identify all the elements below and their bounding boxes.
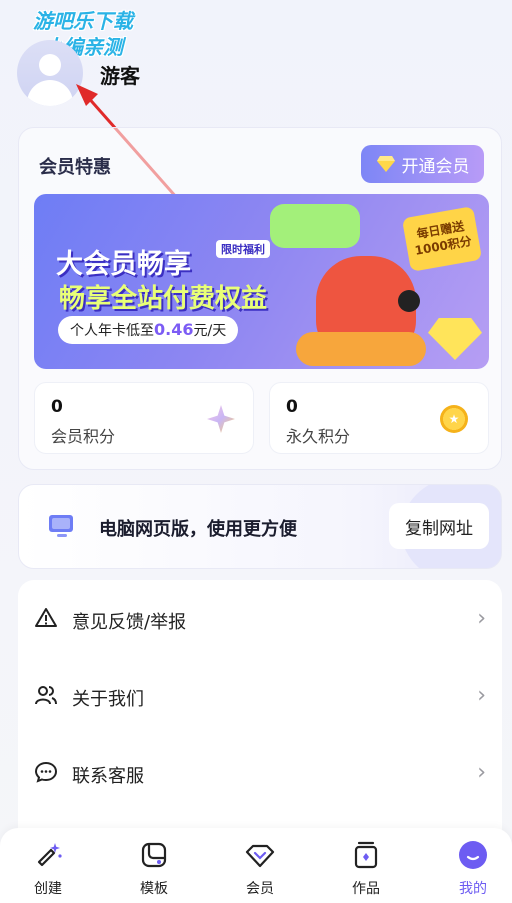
chevron-right-icon: › bbox=[477, 606, 486, 631]
bottom-tab-bar: 创建 模板 会员 作品 我的 bbox=[0, 828, 512, 903]
chevron-right-icon: › bbox=[477, 683, 486, 708]
sparkle-gem-icon bbox=[207, 405, 235, 433]
mascot-foot bbox=[296, 332, 426, 366]
price-suffix: 元/天 bbox=[193, 323, 227, 339]
web-version-card: 电脑网页版，使用更方便 复制网址 bbox=[18, 484, 502, 569]
vip-points-value: 0 bbox=[51, 397, 63, 417]
users-icon bbox=[35, 686, 57, 705]
template-icon bbox=[141, 842, 167, 868]
banner-subheadline: 畅享全站付费权益 bbox=[59, 284, 268, 314]
chevron-right-icon: › bbox=[477, 760, 486, 785]
banner-headline: 大会员畅享 bbox=[56, 249, 191, 280]
open-vip-button[interactable]: 开通会员 bbox=[361, 145, 484, 183]
works-icon bbox=[354, 841, 378, 869]
watermark-line1: 游吧乐下载 bbox=[33, 9, 133, 33]
menu-item-label: 意见反馈/举报 bbox=[72, 612, 187, 633]
coin-icon: ★ bbox=[440, 405, 468, 433]
lime-decoration bbox=[270, 204, 360, 248]
warning-icon bbox=[35, 608, 57, 627]
tab-label: 作品 bbox=[352, 881, 380, 897]
avatar-body bbox=[27, 80, 73, 106]
tab-templates[interactable]: 模板 bbox=[114, 840, 194, 902]
tab-mine[interactable]: 我的 bbox=[433, 840, 512, 902]
profile-icon bbox=[459, 841, 487, 869]
tab-works[interactable]: 作品 bbox=[326, 840, 406, 902]
tab-create[interactable]: 创建 bbox=[8, 840, 88, 902]
magic-wand-icon bbox=[37, 843, 62, 867]
menu-item-label: 关于我们 bbox=[72, 689, 144, 710]
permanent-points-value: 0 bbox=[286, 397, 298, 417]
chat-icon bbox=[34, 761, 58, 783]
tab-vip[interactable]: 会员 bbox=[220, 840, 300, 902]
diamond-icon bbox=[376, 156, 395, 172]
vip-points-card[interactable]: 0 会员积分 bbox=[34, 382, 254, 454]
vip-section-title: 会员特惠 bbox=[39, 157, 111, 178]
menu-item-about[interactable]: 关于我们 › bbox=[18, 665, 502, 725]
mascot-eye bbox=[398, 290, 420, 312]
web-version-text: 电脑网页版，使用更方便 bbox=[99, 519, 297, 540]
vip-points-label: 会员积分 bbox=[51, 427, 116, 446]
username[interactable]: 游客 bbox=[100, 60, 140, 89]
avatar-head bbox=[39, 54, 61, 76]
menu-item-label: 联系客服 bbox=[72, 766, 144, 787]
open-vip-label: 开通会员 bbox=[401, 156, 470, 177]
price-value: 0.46 bbox=[154, 320, 194, 339]
permanent-points-card[interactable]: 0 永久积分 ★ bbox=[269, 382, 489, 454]
diamond-icon bbox=[245, 844, 275, 868]
vip-card: 会员特惠 开通会员 每日赠送 1000积分 大会员畅享 限时福利 畅享全站付费权… bbox=[18, 127, 502, 470]
permanent-points-label: 永久积分 bbox=[286, 427, 351, 446]
avatar[interactable] bbox=[17, 40, 83, 106]
limited-tag: 限时福利 bbox=[216, 240, 270, 258]
price-prefix: 个人年卡低至 bbox=[70, 323, 154, 339]
gift-badge: 每日赠送 1000积分 bbox=[401, 206, 483, 272]
tab-label: 我的 bbox=[459, 881, 487, 897]
tab-label: 创建 bbox=[34, 881, 62, 897]
gem-decoration bbox=[428, 318, 482, 360]
menu-item-support[interactable]: 联系客服 › bbox=[18, 742, 502, 802]
price-pill: 个人年卡低至0.46元/天 bbox=[58, 316, 239, 344]
tab-label: 模板 bbox=[140, 881, 168, 897]
tab-label: 会员 bbox=[246, 881, 274, 897]
menu-item-feedback[interactable]: 意见反馈/举报 › bbox=[18, 588, 502, 648]
vip-banner[interactable]: 每日赠送 1000积分 大会员畅享 限时福利 畅享全站付费权益 个人年卡低至0.… bbox=[34, 194, 489, 369]
copy-url-button[interactable]: 复制网址 bbox=[389, 503, 489, 549]
monitor-icon bbox=[49, 515, 73, 537]
